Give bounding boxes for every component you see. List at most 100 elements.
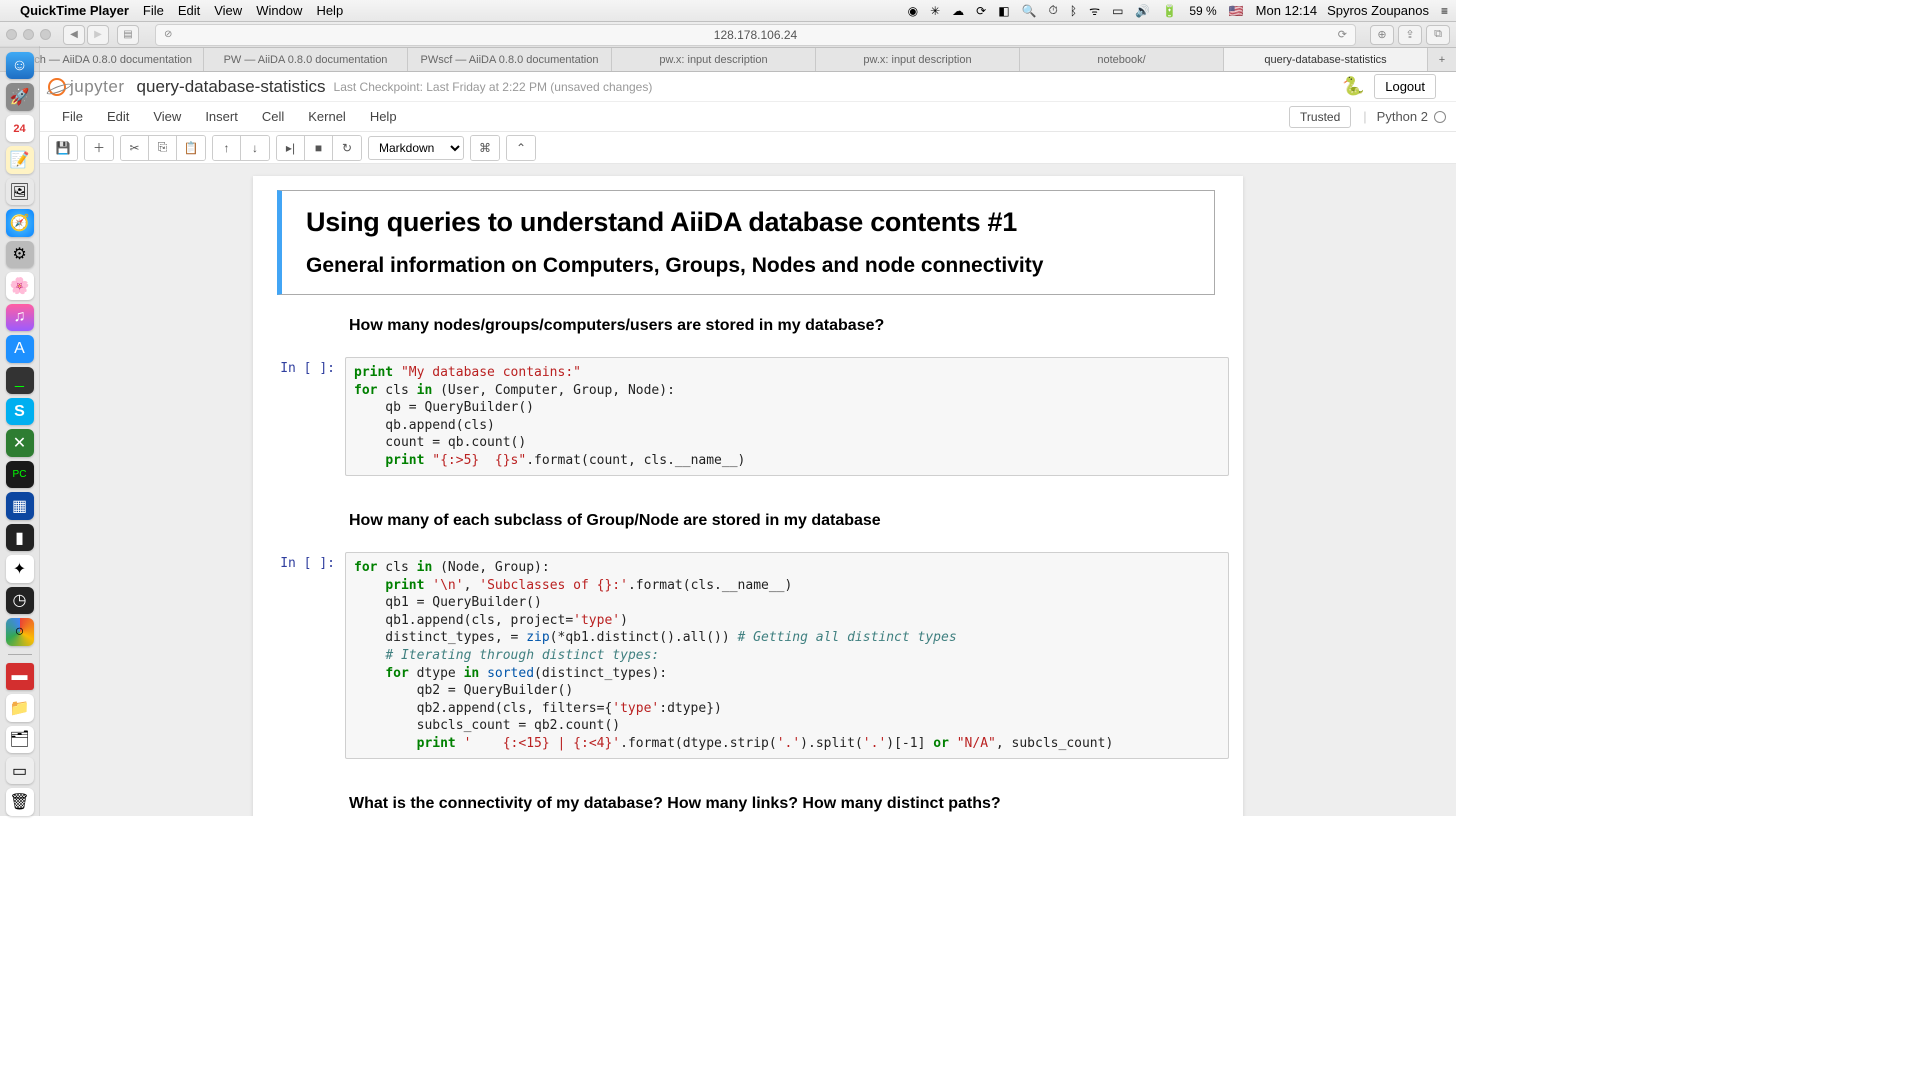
tb-save-button[interactable]: 💾	[49, 136, 77, 160]
dock-pycharm-icon[interactable]: PC	[6, 461, 34, 488]
tb-paste-button[interactable]: 📋	[177, 136, 205, 160]
dock-slack-icon[interactable]: ✦	[6, 555, 34, 582]
tb-add-cell-button[interactable]: ＋	[85, 136, 113, 160]
menubar-help[interactable]: Help	[316, 3, 343, 18]
menubar-app-name[interactable]: QuickTime Player	[20, 3, 129, 18]
dock-finder-icon[interactable]: ☺	[6, 52, 34, 79]
tb-movedown-button[interactable]: ↓	[241, 136, 269, 160]
window-traffic-lights[interactable]	[6, 29, 51, 40]
safari-tab-3[interactable]: pw.x: input description	[612, 48, 816, 71]
status-cloud-icon[interactable]: ☁	[952, 4, 964, 18]
notebook-scroll-area[interactable]: Using queries to understand AiiDA databa…	[40, 164, 1456, 816]
dock-trash-icon[interactable]: 🗑	[6, 788, 34, 815]
cell-markdown-sec2[interactable]: How many of each subclass of Group/Node …	[253, 496, 1243, 546]
forward-button[interactable]: ▶	[87, 25, 109, 45]
status-record-icon[interactable]: ◉	[908, 4, 918, 18]
trusted-badge[interactable]: Trusted	[1289, 106, 1351, 128]
tabs-button[interactable]: ⧉	[1426, 25, 1450, 45]
status-search-icon[interactable]: 🔍	[1022, 4, 1037, 18]
code2-input[interactable]: for cls in (Node, Group): print '\n', 'S…	[345, 552, 1229, 759]
status-volume-icon[interactable]: 🔊	[1135, 4, 1150, 18]
dock-systemprefs-icon[interactable]: ⚙	[6, 241, 34, 268]
tb-moveup-button[interactable]: ↑	[213, 136, 241, 160]
cell-code-2[interactable]: In [ ]: for cls in (Node, Group): print …	[253, 546, 1243, 765]
celltype-select[interactable]: Markdown	[368, 136, 464, 160]
safari-tab-4[interactable]: pw.x: input description	[816, 48, 1020, 71]
safari-tab-new[interactable]: +	[1428, 48, 1456, 71]
dock-skype-icon[interactable]: S	[6, 398, 34, 425]
safari-tab-1[interactable]: PW — AiiDA 0.8.0 documentation	[204, 48, 408, 71]
safari-tab-5[interactable]: notebook/	[1020, 48, 1224, 71]
menubar-edit[interactable]: Edit	[178, 3, 200, 18]
dock-appstore-icon[interactable]: A	[6, 335, 34, 362]
share-button[interactable]: ⇪	[1398, 25, 1422, 45]
dock-chrome-icon[interactable]: ○	[6, 618, 34, 645]
status-flag-icon[interactable]: 🇺🇸	[1229, 4, 1244, 18]
back-button[interactable]: ◀	[63, 25, 85, 45]
status-battery-icon[interactable]: 🔋	[1162, 4, 1177, 18]
status-display-icon[interactable]: ▭	[1112, 4, 1123, 18]
tb-restart-button[interactable]: ↻	[333, 136, 361, 160]
tb-stop-button[interactable]: ■	[305, 136, 333, 160]
dock-iterm-icon[interactable]: ▮	[6, 524, 34, 551]
dock-safari-icon[interactable]: 🧭	[6, 209, 34, 236]
tb-run-button[interactable]: ▸|	[277, 136, 305, 160]
tb-cut-button[interactable]: ✂	[121, 136, 149, 160]
dock-photos-icon[interactable]: 🌸	[6, 272, 34, 299]
kernel-indicator[interactable]: Python 2	[1377, 109, 1446, 124]
dock-calendar-icon[interactable]: 24	[6, 115, 34, 142]
tb-celltoolbar-button[interactable]: ⌃	[507, 136, 535, 160]
dock-vm-icon[interactable]: ▦	[6, 492, 34, 519]
notebook-title[interactable]: query-database-statistics	[137, 77, 326, 97]
dock-itunes-icon[interactable]: ♫	[6, 304, 34, 331]
dock-doc-icon[interactable]: ▬	[6, 663, 34, 690]
dock-stack-icon[interactable]: 🗂	[6, 726, 34, 753]
status-bluetooth-icon[interactable]: ᛒ	[1070, 4, 1077, 18]
menubar-file[interactable]: File	[143, 3, 164, 18]
safari-tab-6[interactable]: query-database-statistics	[1224, 48, 1428, 71]
tb-copy-button[interactable]: ⎘	[149, 136, 177, 160]
zoom-icon[interactable]	[40, 29, 51, 40]
cell-code-1[interactable]: In [ ]: print "My database contains:" fo…	[253, 351, 1243, 482]
jp-menu-cell[interactable]: Cell	[250, 105, 296, 128]
jp-menu-view[interactable]: View	[141, 105, 193, 128]
code1-input[interactable]: print "My database contains:" for cls in…	[345, 357, 1229, 476]
reader-button[interactable]: ⊕	[1370, 25, 1394, 45]
dock-preview-icon[interactable]: 🖼	[6, 178, 34, 205]
menubar-clock[interactable]: Mon 12:14	[1256, 3, 1317, 18]
dock-terminal-icon[interactable]: _	[6, 367, 34, 394]
menubar-user[interactable]: Spyros Zoupanos	[1327, 3, 1429, 18]
tb-command-palette-button[interactable]: ⌘	[471, 136, 499, 160]
menubar-view[interactable]: View	[214, 3, 242, 18]
dock-notes-icon[interactable]: 📝	[6, 146, 34, 173]
status-app-icon[interactable]: ◧	[998, 4, 1009, 18]
dock-xcode-icon[interactable]: ✕	[6, 429, 34, 456]
status-dropbox-icon[interactable]: ✳	[930, 4, 940, 18]
cell-markdown-heading[interactable]: Using queries to understand AiiDA databa…	[263, 184, 1229, 301]
sidebar-button[interactable]: ▤	[117, 25, 139, 45]
close-icon[interactable]	[6, 29, 17, 40]
status-timemachine-icon[interactable]: ⏱	[1049, 3, 1058, 18]
reload-icon[interactable]: ⟳	[1338, 28, 1347, 41]
jp-menu-help[interactable]: Help	[358, 105, 409, 128]
jupyter-toolbar: 💾 ＋ ✂ ⎘ 📋 ↑ ↓ ▸| ■ ↻ Markdown ⌘ ⌃	[40, 132, 1456, 164]
dock-launchpad-icon[interactable]: 🚀	[6, 83, 34, 110]
cell-markdown-sec3[interactable]: What is the connectivity of my database?…	[253, 779, 1243, 816]
logout-button[interactable]: Logout	[1374, 74, 1436, 99]
dock-minimized-icon[interactable]: ▭	[6, 757, 34, 784]
minimize-icon[interactable]	[23, 29, 34, 40]
url-bar[interactable]: ⊘ 128.178.106.24 ⟳	[155, 24, 1356, 46]
jupyter-logo[interactable]: jupyter	[48, 77, 125, 97]
jp-menu-kernel[interactable]: Kernel	[296, 105, 358, 128]
menubar-window[interactable]: Window	[256, 3, 302, 18]
cell-markdown-sec1[interactable]: How many nodes/groups/computers/users ar…	[253, 301, 1243, 351]
dock-downloads-icon[interactable]: 📁	[6, 694, 34, 721]
jp-menu-edit[interactable]: Edit	[95, 105, 141, 128]
status-sync-icon[interactable]: ⟳	[976, 4, 986, 18]
dock-monitor-icon[interactable]: ◷	[6, 587, 34, 614]
jp-menu-file[interactable]: File	[50, 105, 95, 128]
status-wifi-icon[interactable]: ᯤ	[1089, 2, 1100, 19]
safari-tab-2[interactable]: PWscf — AiiDA 0.8.0 documentation	[408, 48, 612, 71]
jp-menu-insert[interactable]: Insert	[193, 105, 250, 128]
status-notifications-icon[interactable]: ≡	[1441, 4, 1448, 18]
